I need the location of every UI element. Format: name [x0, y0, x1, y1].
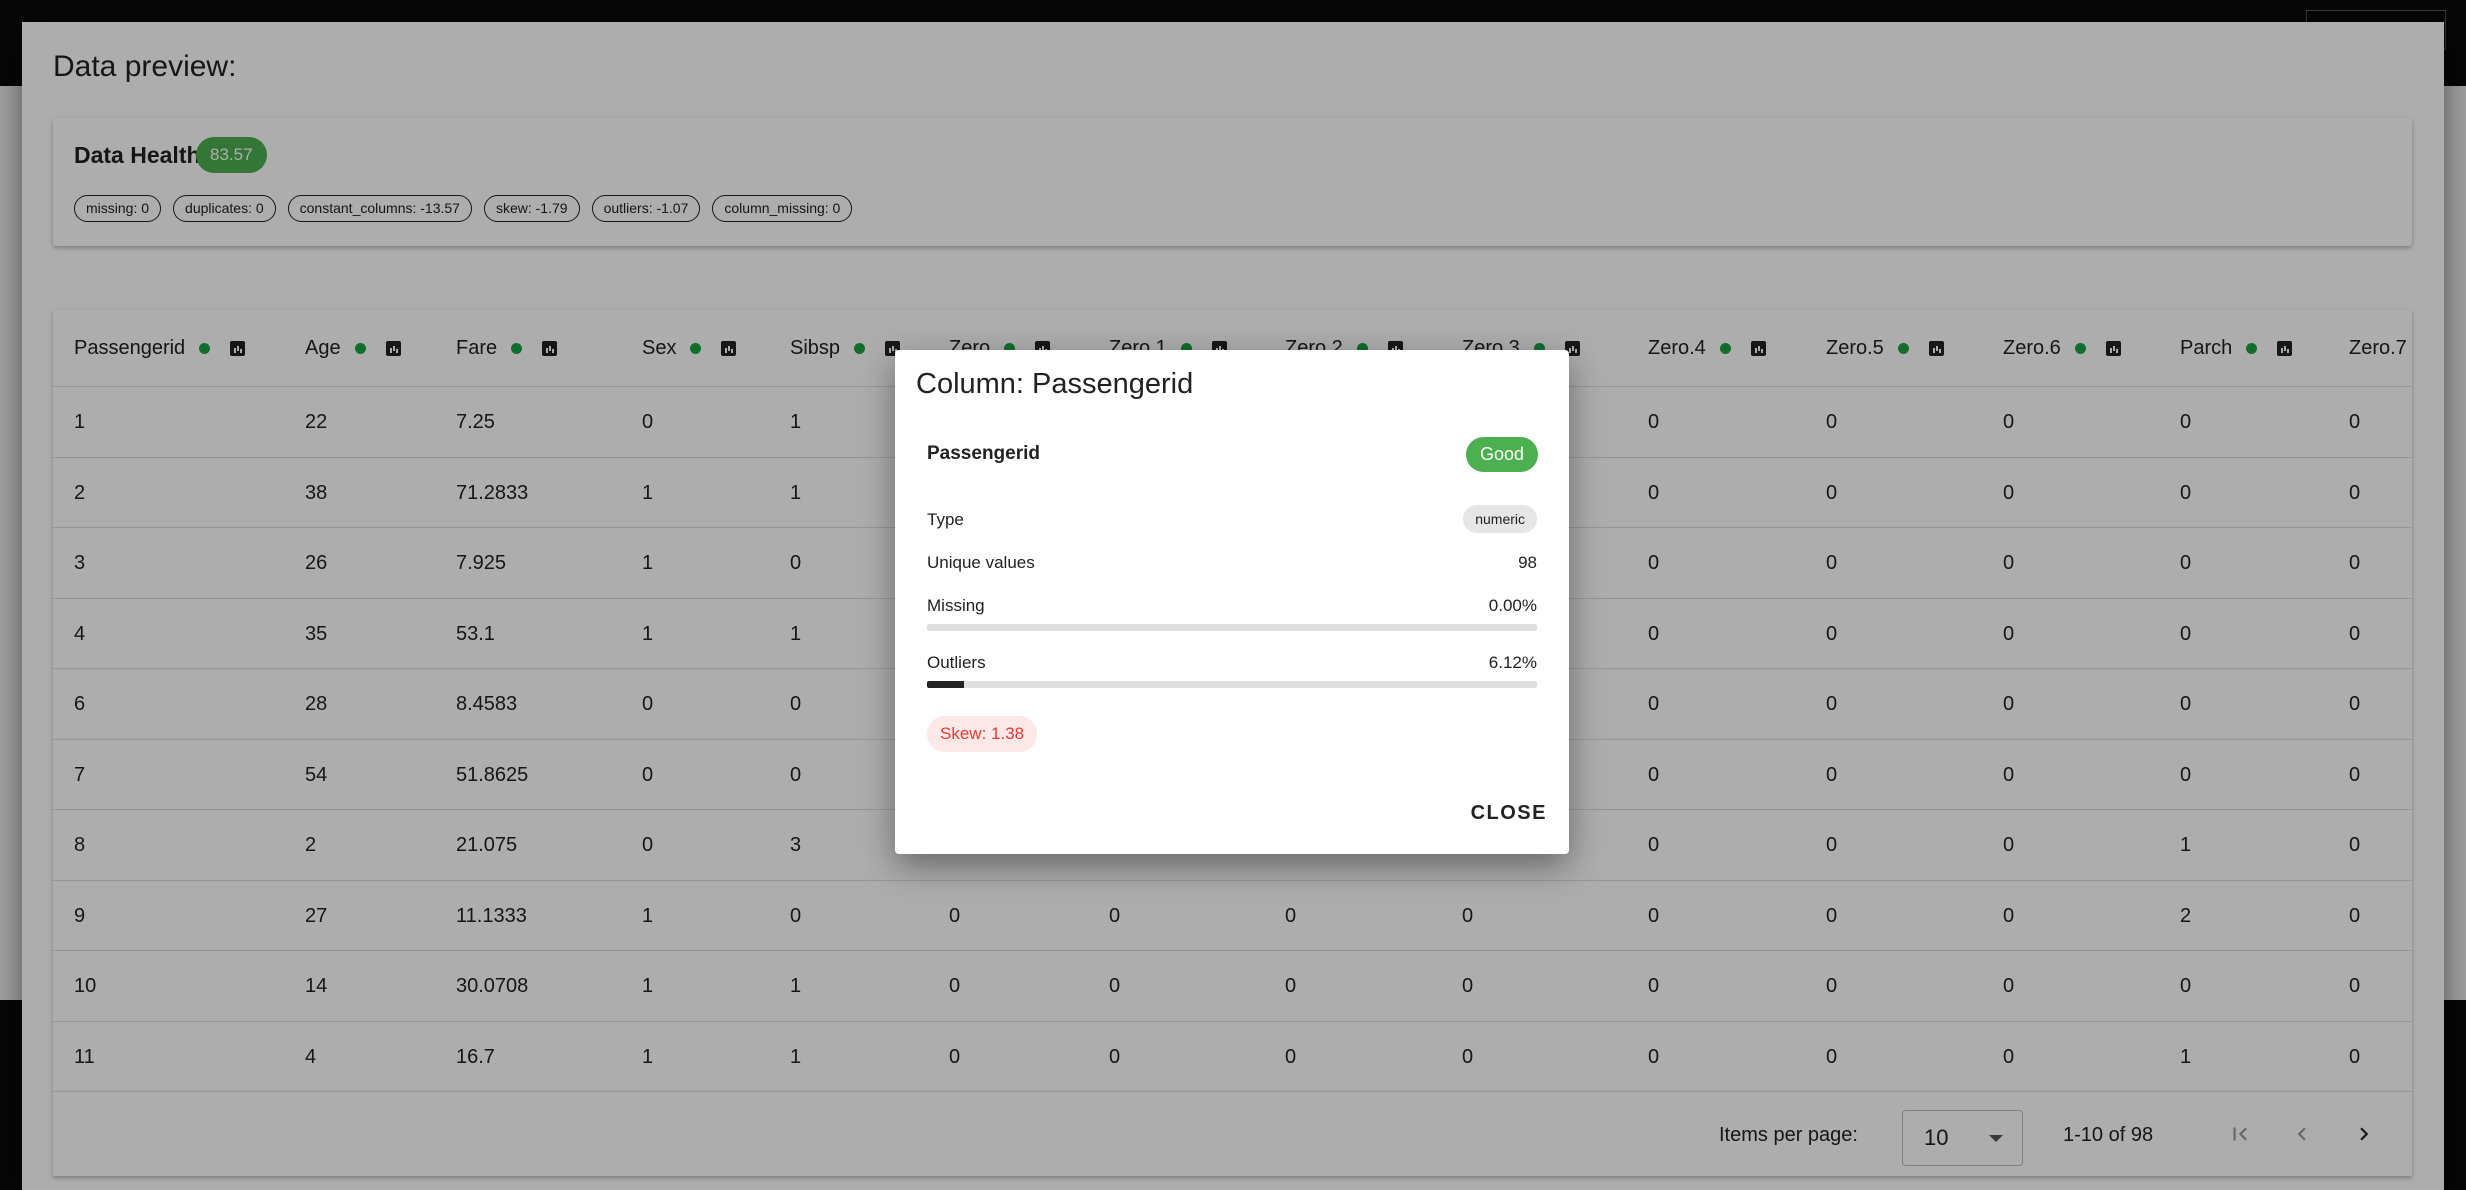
- skew-chip: Skew: 1.38: [927, 716, 1038, 752]
- outliers-value: 6.12%: [1488, 653, 1537, 672]
- close-button[interactable]: CLOSE: [1471, 802, 1547, 825]
- unique-values-label: Unique values: [927, 553, 1035, 572]
- missing-progress-bar: [927, 624, 1537, 631]
- modal-column-name: Passengerid: [927, 443, 1040, 464]
- type-label: Type: [927, 510, 964, 529]
- column-detail-modal: Column: Passengerid Passengerid Good Typ…: [895, 350, 1569, 854]
- missing-label: Missing: [927, 596, 985, 615]
- column-status-badge: Good: [1466, 437, 1538, 472]
- outliers-label: Outliers: [927, 653, 986, 672]
- unique-values-value: 98: [1518, 553, 1537, 572]
- outliers-progress-fill: [927, 681, 965, 688]
- modal-title: Column: Passengerid: [916, 368, 1194, 400]
- missing-value: 0.00%: [1488, 596, 1537, 615]
- type-chip: numeric: [1463, 505, 1537, 533]
- outliers-progress-bar: [927, 681, 1537, 688]
